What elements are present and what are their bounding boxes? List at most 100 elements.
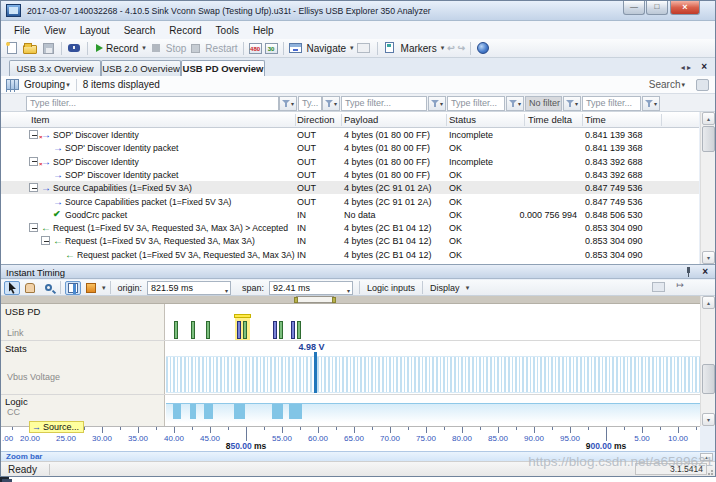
table-row[interactable]: →SOP' Discover Identity packetOUT4 bytes… [1, 141, 699, 154]
filter-input-5[interactable]: Type filter... [582, 96, 641, 111]
column-header-time-delta[interactable]: Time delta [528, 114, 572, 125]
expander-icon[interactable] [41, 236, 50, 245]
scroll-down-icon[interactable]: ▾ [702, 251, 715, 264]
save-icon[interactable] [41, 41, 56, 56]
table-row[interactable]: ←Request (1=Fixed 5V 3A, Requested 3A, M… [1, 234, 699, 247]
cc-activity-block[interactable] [234, 404, 245, 419]
expander-icon[interactable] [29, 157, 38, 166]
navigate-dropdown-icon[interactable]: ▾ [350, 44, 354, 52]
display-style-dropdown-icon[interactable]: ▾ [102, 284, 106, 292]
column-header-time[interactable]: Time [585, 114, 606, 125]
title-bar[interactable]: 2017-03-07 140032268 - 4.10.5 Sink Vconn… [1, 1, 715, 21]
cc-activity-block[interactable] [204, 404, 213, 419]
tab-usb-pd-overview[interactable]: USB PD Overview [181, 60, 265, 76]
column-header-direction[interactable]: Direction [297, 114, 335, 125]
cc-activity-block[interactable] [289, 404, 302, 419]
instant-timing-header[interactable]: Instant Timing × [1, 264, 715, 279]
timing-scrollbar[interactable]: ▴▾ [700, 296, 715, 426]
record-dropdown-icon[interactable]: ▾ [142, 44, 146, 52]
cc-activity-block[interactable] [272, 404, 283, 419]
markers-button[interactable]: Markers [401, 43, 437, 54]
column-header-item[interactable]: Item [31, 114, 49, 125]
link-packet-bar[interactable] [174, 321, 178, 339]
column-header-status[interactable]: Status [449, 114, 476, 125]
menu-layout[interactable]: Layout [73, 23, 117, 38]
menu-tools[interactable]: Tools [209, 23, 246, 38]
scroll-down-icon[interactable]: ▾ [702, 413, 715, 426]
export-view-icon[interactable] [652, 280, 667, 295]
tab-usb-3-x-overview[interactable]: USB 3.x Overview [9, 60, 101, 76]
filter-button-1[interactable]: ▾ [322, 96, 340, 111]
pan-tool-icon[interactable] [22, 281, 38, 295]
usb-speed-icon[interactable]: 480 [249, 43, 262, 54]
display-button[interactable]: Display [427, 283, 463, 293]
display-style-icon[interactable] [83, 281, 99, 295]
filter-button-2[interactable]: ▾ [428, 96, 446, 111]
table-row[interactable]: →×SOP' Discover IdentityOUT4 bytes (01 8… [1, 128, 699, 141]
link-packet-bar[interactable] [297, 321, 301, 339]
minimize-button[interactable]: — [623, 1, 645, 15]
grouping-button[interactable]: Grouping [24, 79, 65, 90]
origin-value-combo[interactable]: 821.59 ms▾ [147, 281, 231, 295]
expander-icon[interactable] [29, 183, 38, 192]
table-row[interactable]: →Source Capabilities packet (1=Fixed 5V … [1, 195, 699, 208]
display-dropdown-icon[interactable]: ▾ [466, 284, 470, 292]
markers-dropdown-icon[interactable]: ▾ [441, 44, 445, 52]
web-icon[interactable] [476, 41, 491, 56]
filter-button-4[interactable]: ▾ [563, 96, 581, 111]
navigate-icon[interactable] [289, 41, 304, 56]
vbus-marker[interactable] [314, 352, 317, 393]
table-row[interactable]: →×SOP' Discover IdentityOUT4 bytes (01 8… [1, 155, 699, 168]
grid-scrollbar[interactable]: ▴▾ [700, 112, 715, 264]
record-button[interactable]: Record [106, 43, 138, 54]
menu-record[interactable]: Record [162, 23, 208, 38]
new-file-icon[interactable] [5, 41, 20, 56]
filter-button-0[interactable]: ▾ [279, 96, 297, 111]
record-icon[interactable] [96, 44, 103, 52]
zoom-tool-icon[interactable] [40, 281, 56, 295]
markers-icon[interactable] [383, 41, 398, 56]
cc-activity-block[interactable] [190, 404, 196, 419]
timing-overview-strip[interactable] [1, 296, 700, 304]
scroll-up-icon[interactable]: ▴ [702, 112, 715, 125]
find-icon[interactable] [67, 41, 82, 56]
table-row[interactable]: ←Request packet (1=Fixed 5V 3A, Requeste… [1, 248, 699, 261]
overview-handle-right[interactable] [332, 297, 336, 303]
logic-inputs-button[interactable]: Logic inputs [364, 283, 418, 293]
link-packet-bar[interactable] [206, 321, 210, 339]
open-file-icon[interactable] [23, 41, 38, 56]
scroll-thumb[interactable] [702, 364, 715, 394]
link-packet-bar[interactable] [273, 321, 277, 339]
maximize-button[interactable]: □ [646, 1, 668, 15]
link-packet-bar[interactable] [237, 321, 241, 339]
close-button[interactable]: × [670, 1, 700, 15]
tab-scroll-icons[interactable]: ◂ ▸ [681, 63, 691, 72]
link-packet-bar[interactable] [291, 321, 295, 339]
filter-button-3[interactable]: ▾ [506, 96, 524, 111]
overview-handle-left[interactable] [294, 297, 298, 303]
link-packet-bar[interactable] [279, 321, 283, 339]
menu-help[interactable]: Help [246, 23, 281, 38]
table-row[interactable]: →Source Capabilities (1=Fixed 5V 3A)OUT4… [1, 181, 699, 194]
grid-header[interactable]: ItemDirectionPayloadStatusTime deltaTime [1, 112, 699, 128]
search-button[interactable]: Search [649, 79, 681, 90]
menu-search[interactable]: Search [117, 23, 163, 38]
link-packet-bar[interactable] [243, 321, 247, 339]
grouping-dropdown-icon[interactable]: ▾ [66, 81, 70, 89]
tab-usb-2-0-overview[interactable]: USB 2.0 Overview [101, 60, 181, 76]
filter-input-2[interactable]: Type filter... [341, 96, 427, 111]
panel-close-icon[interactable]: × [702, 266, 708, 277]
search-dropdown-icon[interactable]: ▾ [681, 81, 685, 89]
timing-overview-thumb[interactable] [296, 296, 334, 303]
cc-activity-block[interactable] [173, 404, 182, 419]
filter-button-5[interactable]: ▾ [642, 96, 660, 111]
table-row[interactable]: →SOP' Discover Identity packetOUT4 bytes… [1, 168, 699, 181]
filter-input-1[interactable]: Ty... [298, 96, 322, 111]
filter-input-0[interactable]: Type filter... [26, 96, 279, 111]
time-ruler[interactable]: .0020.0025.0030.0035.0040.0045.00850.00 … [1, 426, 700, 451]
table-row[interactable]: ←Request (1=Fixed 5V 3A, Requested 3A, M… [1, 221, 699, 234]
filter-input-3[interactable]: Type filter... [447, 96, 505, 111]
expander-icon[interactable] [29, 130, 38, 139]
search-options-icon[interactable] [696, 79, 709, 91]
link-packet-bar[interactable] [191, 321, 195, 339]
